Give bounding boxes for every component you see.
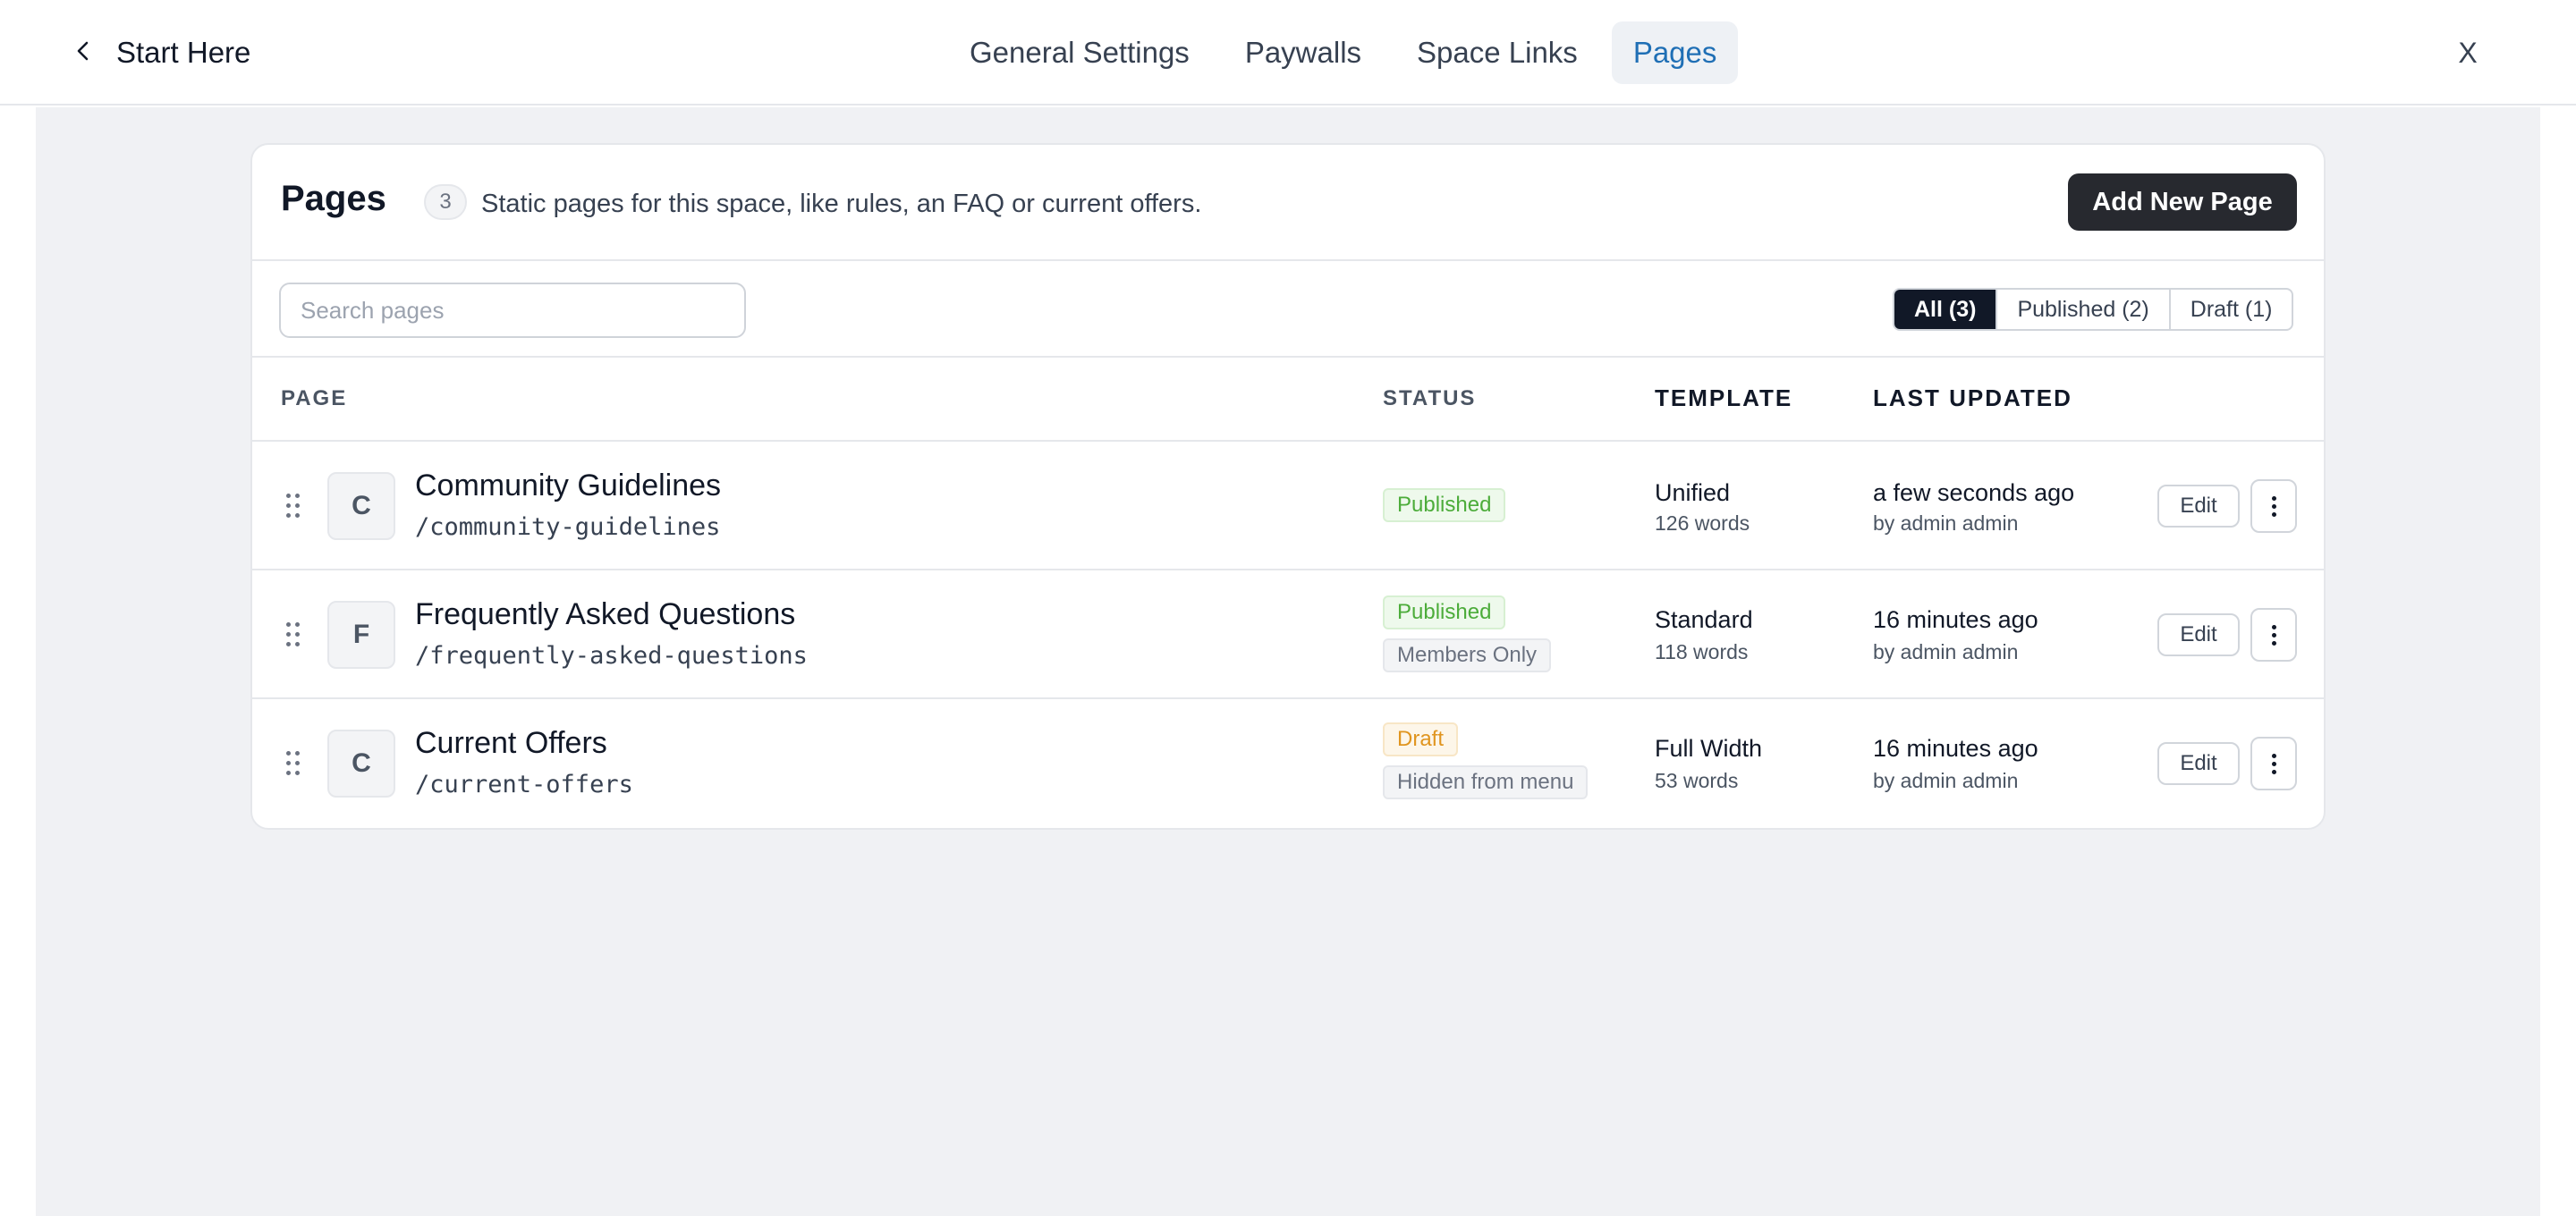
status-filter-group: All (3) Published (2) Draft (1) — [1893, 288, 2294, 331]
drag-handle-icon[interactable] — [284, 492, 302, 520]
tab-space-links[interactable]: Space Links — [1395, 21, 1599, 84]
edit-button[interactable]: Edit — [2157, 485, 2240, 528]
word-count: 118 words — [1655, 640, 1749, 663]
filter-published[interactable]: Published (2) — [1996, 290, 2168, 329]
page-avatar: C — [327, 472, 395, 540]
template-name: Unified — [1655, 479, 1731, 506]
edit-button[interactable]: Edit — [2157, 742, 2240, 785]
column-header-last-updated: LAST UPDATED — [1873, 384, 2072, 411]
last-updated-by: by admin admin — [1873, 640, 2019, 663]
table-header: PAGE STATUS TEMPLATE LAST UPDATED — [252, 358, 2324, 442]
edit-button[interactable]: Edit — [2157, 613, 2240, 656]
page-slug: /community-guidelines — [415, 513, 721, 541]
tab-general-settings[interactable]: General Settings — [948, 21, 1211, 84]
pages-count-badge: 3 — [424, 184, 467, 220]
column-header-page: PAGE — [281, 386, 348, 410]
drag-handle-icon[interactable] — [284, 749, 302, 778]
table-row: C Community Guidelines /community-guidel… — [252, 442, 2324, 570]
page-avatar: C — [327, 730, 395, 798]
pages-toolbar: All (3) Published (2) Draft (1) — [252, 261, 2324, 358]
status-badge: Published — [1383, 595, 1506, 629]
word-count: 126 words — [1655, 511, 1750, 535]
vertical-dots-icon[interactable] — [2250, 479, 2297, 533]
template-name: Standard — [1655, 606, 1753, 633]
word-count: 53 words — [1655, 769, 1739, 792]
back-label: Start Here — [116, 36, 251, 69]
pages-description: Static pages for this space, like rules,… — [481, 190, 1202, 218]
last-updated-time: 16 minutes ago — [1873, 735, 2038, 762]
tab-pages[interactable]: Pages — [1611, 21, 1739, 84]
status-badge: Draft — [1383, 722, 1459, 756]
page-avatar: F — [327, 601, 395, 669]
chevron-left-icon — [72, 39, 95, 67]
top-navigation-bar: Start Here General Settings Paywalls Spa… — [0, 0, 2576, 106]
pages-card-header: Pages 3 Static pages for this space, lik… — [252, 145, 2324, 261]
tab-paywalls[interactable]: Paywalls — [1224, 21, 1383, 84]
table-row: C Current Offers /current-offers Draft H… — [252, 699, 2324, 828]
visibility-badge: Members Only — [1383, 638, 1552, 672]
page-slug: /frequently-asked-questions — [415, 642, 808, 670]
filter-draft[interactable]: Draft (1) — [2168, 290, 2292, 329]
page-name-link[interactable]: Current Offers — [415, 726, 607, 761]
template-name: Full Width — [1655, 735, 1763, 762]
settings-tabs: General Settings Paywalls Space Links Pa… — [948, 21, 1739, 84]
last-updated-by: by admin admin — [1873, 769, 2019, 792]
search-pages-input[interactable] — [279, 283, 746, 338]
column-header-template: TEMPLATE — [1655, 384, 1793, 411]
visibility-badge: Hidden from menu — [1383, 765, 1589, 799]
vertical-dots-icon[interactable] — [2250, 608, 2297, 662]
last-updated-time: a few seconds ago — [1873, 479, 2075, 506]
vertical-dots-icon[interactable] — [2250, 737, 2297, 790]
table-row: F Frequently Asked Questions /frequently… — [252, 570, 2324, 699]
last-updated-by: by admin admin — [1873, 511, 2019, 535]
page-name-link[interactable]: Frequently Asked Questions — [415, 597, 795, 632]
last-updated-time: 16 minutes ago — [1873, 606, 2038, 633]
page-name-link[interactable]: Community Guidelines — [415, 469, 721, 503]
page-slug: /current-offers — [415, 771, 633, 798]
back-button[interactable]: Start Here — [72, 30, 250, 75]
drag-handle-icon[interactable] — [284, 621, 302, 649]
page-title: Pages — [281, 179, 386, 218]
status-badge: Published — [1383, 488, 1506, 522]
column-header-status: STATUS — [1383, 386, 1477, 410]
add-new-page-button[interactable]: Add New Page — [2068, 173, 2297, 231]
pages-card: Pages 3 Static pages for this space, lik… — [250, 143, 2326, 830]
content-area: Pages 3 Static pages for this space, lik… — [36, 107, 2540, 1216]
filter-all[interactable]: All (3) — [1894, 290, 1996, 329]
close-button[interactable]: X — [2454, 32, 2481, 73]
